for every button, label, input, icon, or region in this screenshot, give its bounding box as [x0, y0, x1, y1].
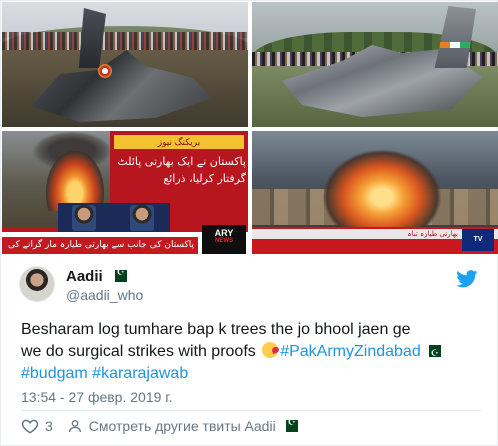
guest-avatar	[130, 205, 154, 231]
tweet-actions: 3 Смотреть другие твиты Aadii	[21, 415, 298, 437]
user-avatar[interactable]	[19, 266, 55, 302]
twitter-bird-icon[interactable]	[456, 270, 478, 288]
kissing-heart-emoji-icon	[262, 342, 279, 358]
tweet-line-2: we do surgical strikes with proofs #PakA…	[21, 341, 481, 364]
tweet-text: Besharam log tumhare bap k trees the jo …	[21, 319, 481, 385]
news-guests	[58, 203, 170, 233]
photo-crash-site-2[interactable]	[252, 2, 498, 127]
person-icon	[68, 420, 81, 433]
news-headline: پاکستان نے ایک بھارتی پائلٹ گرفتار کرلیا…	[117, 155, 246, 185]
like-heart-icon[interactable]	[21, 417, 39, 435]
photo-fire-broadcast[interactable]: بھارتی طیارہ تباہ TV	[252, 131, 498, 254]
hashtag-budgam[interactable]: #budgam	[21, 365, 88, 382]
photo-crash-site-1[interactable]	[2, 2, 248, 127]
divider	[21, 410, 481, 411]
author-handle[interactable]: @aadii_who	[66, 287, 143, 303]
tweet-timestamp[interactable]: 13:54 - 27 февр. 2019 г.	[21, 389, 173, 405]
breaking-news-label: بریکنگ نیوز	[114, 135, 244, 149]
more-tweets-link[interactable]: Смотреть другие твиты Aadii	[89, 418, 276, 434]
author-display-name[interactable]: Aadii	[66, 268, 103, 285]
like-count: 3	[45, 418, 53, 434]
media-grid[interactable]: بریکنگ نیوز پاکستان نے ایک بھارتی پائلٹ …	[2, 2, 498, 254]
hashtag-pakarmyzindabad[interactable]: #PakArmyZindabad	[280, 343, 421, 360]
pakistan-flag-icon	[281, 417, 298, 432]
hashtag-kararajawab[interactable]: #kararajawab	[92, 365, 188, 382]
pakistan-flag-icon	[424, 342, 441, 364]
channel-logo: ARY NEWS	[202, 225, 246, 254]
tweet-line-3: #budgam #kararajawab	[21, 363, 481, 385]
photo-news-broadcast[interactable]: بریکنگ نیوز پاکستان نے ایک بھارتی پائلٹ …	[2, 131, 248, 254]
channel-logo: TV	[462, 229, 494, 251]
guest-avatar	[72, 205, 96, 231]
tweet-card: بریکنگ نیوز پاکستان نے ایک بھارتی پائلٹ …	[0, 0, 498, 446]
tweet-line-1: Besharam log tumhare bap k trees the jo …	[21, 321, 411, 338]
news-ticker: پاکستان کی جانب سے بھارتی طیارہ مار گران…	[2, 237, 198, 254]
tweet-author: Aadii @aadii_who	[19, 266, 479, 314]
pakistan-flag-icon	[110, 267, 127, 282]
